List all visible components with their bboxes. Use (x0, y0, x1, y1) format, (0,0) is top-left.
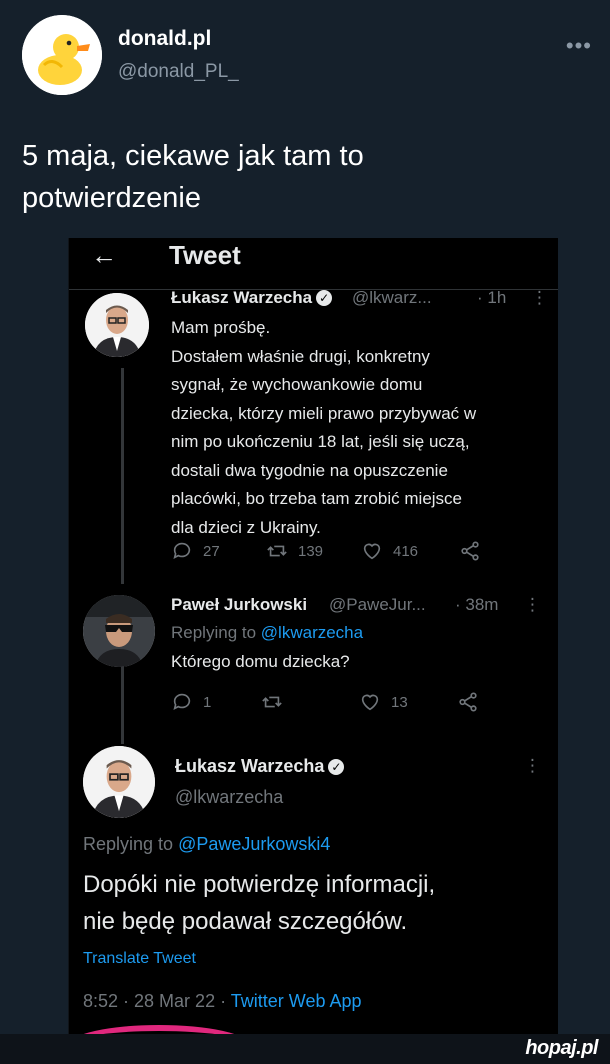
tweet2-time[interactable]: · 38m (455, 595, 498, 615)
duck-icon (22, 15, 102, 95)
share-icon (461, 541, 479, 561)
tweet1-time[interactable]: · 1h (477, 288, 506, 308)
tweet1-body-line: nim po ukończeniu 18 lat, jeśli się uczą… (171, 432, 470, 451)
screenshot-top-bar: ← Tweet (69, 238, 558, 290)
outer-tweet-text-line: 5 maja, ciekawe jak tam to (22, 140, 364, 172)
replying-prefix: Replying to (83, 834, 174, 854)
tweet1-body: Mam prośbę. Dostałem właśnie drugi, konk… (171, 314, 551, 542)
replying-mention[interactable]: @PaweJurkowski4 (178, 834, 330, 854)
outer-tweet-text: 5 maja, ciekawe jak tam to potwierdzenie (22, 135, 582, 219)
heart-icon (363, 543, 381, 560)
retweet-button[interactable] (261, 691, 283, 713)
replying-prefix: Replying to (171, 623, 257, 642)
tweet1-actions: 27 139 416 (171, 540, 551, 564)
reply-button[interactable]: 27 (171, 540, 220, 562)
person-avatar-icon (85, 293, 149, 357)
tweet2-author-name[interactable]: Paweł Jurkowski (171, 595, 307, 615)
verified-badge-icon: ✓ (316, 290, 333, 306)
screenshot-title: Tweet (169, 240, 241, 270)
avatar-lukasz-main[interactable] (83, 746, 155, 818)
reply-count: 1 (203, 693, 212, 711)
tweet1-body-line: placówki, bo trzeba tam zrobić miejsce (171, 489, 463, 508)
tweet2-body: Którego domu dziecka? (171, 652, 350, 671)
replying-mention[interactable]: @lkwarzecha (261, 623, 363, 642)
more-vertical-icon[interactable]: ⋮ (531, 288, 548, 308)
main-author[interactable]: Łukasz Warzecha ✓ (175, 756, 345, 777)
tweet2-actions: 1 13 (171, 691, 551, 715)
reply-button[interactable]: 1 (171, 691, 211, 713)
reply-icon (173, 693, 191, 710)
tweet1-body-line: dla dzieci z Ukrainy. (171, 517, 321, 537)
tweet2-replying: Replying to @lkwarzecha (171, 623, 363, 643)
avatar-pawel[interactable] (83, 595, 155, 667)
reply-icon (173, 542, 191, 559)
pink-highlight-arc (69, 1025, 249, 1034)
tweet1-author[interactable]: Łukasz Warzecha ✓ (171, 288, 333, 308)
like-button[interactable]: 13 (359, 691, 408, 713)
person-avatar-icon (83, 595, 155, 667)
thread-line (121, 368, 124, 584)
verified-badge-icon: ✓ (328, 759, 345, 775)
main-tweet-text-line: nie będę podawał szczegółów. (83, 908, 408, 935)
retweet-icon (262, 696, 282, 708)
reply-count: 27 (203, 542, 220, 560)
outer-tweet-text-line: potwierdzenie (22, 182, 201, 214)
duck-avatar[interactable] (22, 15, 102, 95)
main-author-name: Łukasz Warzecha (175, 756, 325, 776)
main-handle[interactable]: @lkwarzecha (175, 787, 283, 808)
more-vertical-icon[interactable]: ⋮ (524, 595, 541, 615)
tweet1-body-line: dziecka, którzy mieli prawo przybywać w (171, 403, 477, 423)
tweet1-author-name: Łukasz Warzecha (171, 288, 313, 307)
tweet1-handle[interactable]: @lkwarz... (352, 288, 432, 308)
main-tweet-meta: 8:52 · 28 Mar 22 · Twitter Web App (83, 991, 362, 1012)
tweet1-body-line: Mam prośbę. (171, 318, 271, 337)
timestamp[interactable]: 8:52 · 28 Mar 22 · (83, 991, 226, 1011)
share-button[interactable] (459, 540, 481, 562)
watermark-logo: hopaj.pl (525, 1037, 598, 1059)
tweet1-body-line: sygnał, że wychowankowie domu (171, 375, 423, 394)
like-count: 416 (393, 542, 419, 560)
outer-handle[interactable]: @donald_PL_ (118, 61, 239, 83)
more-vertical-icon[interactable]: ⋮ (524, 756, 541, 776)
retweet-button[interactable]: 139 (266, 540, 323, 562)
like-count: 13 (391, 693, 408, 711)
source-app-link[interactable]: Twitter Web App (231, 991, 362, 1011)
thread-line (121, 664, 124, 744)
like-button[interactable]: 416 (361, 540, 418, 562)
tweet1-body-line: Dostałem właśnie drugi, konkretny (171, 346, 430, 366)
retweet-count: 139 (298, 542, 324, 560)
tweet-page: donald.pl @donald_PL_ ••• 5 maja, ciekaw… (0, 0, 610, 1064)
tweet2-handle[interactable]: @PaweJur... (329, 595, 426, 615)
retweet-icon (267, 545, 287, 557)
main-replying: Replying to @PaweJurkowski4 (83, 834, 330, 855)
translate-tweet-link[interactable]: Translate Tweet (83, 950, 196, 968)
embedded-screenshot: ← Tweet Łukasz Warzecha ✓ @lkwarz... · 1h… (68, 238, 558, 1034)
tweet1-body-line: dostali dwa tygodnie na opuszczenie (171, 460, 448, 480)
share-icon (459, 692, 477, 712)
main-tweet-text: Dopóki nie potwierdzę informacji, nie bę… (83, 866, 553, 940)
share-button[interactable] (457, 691, 479, 713)
person-avatar-icon (83, 746, 155, 818)
back-arrow-icon[interactable]: ← (91, 240, 117, 271)
outer-display-name[interactable]: donald.pl (118, 27, 211, 51)
heart-icon (361, 694, 379, 711)
avatar-lukasz[interactable] (85, 293, 149, 357)
ellipsis-icon[interactable]: ••• (566, 33, 592, 59)
main-tweet-text-line: Dopóki nie potwierdzę informacji, (83, 871, 436, 898)
watermark-bar: hopaj.pl (0, 1034, 610, 1064)
outer-tweet-header: donald.pl @donald_PL_ ••• (22, 15, 592, 95)
